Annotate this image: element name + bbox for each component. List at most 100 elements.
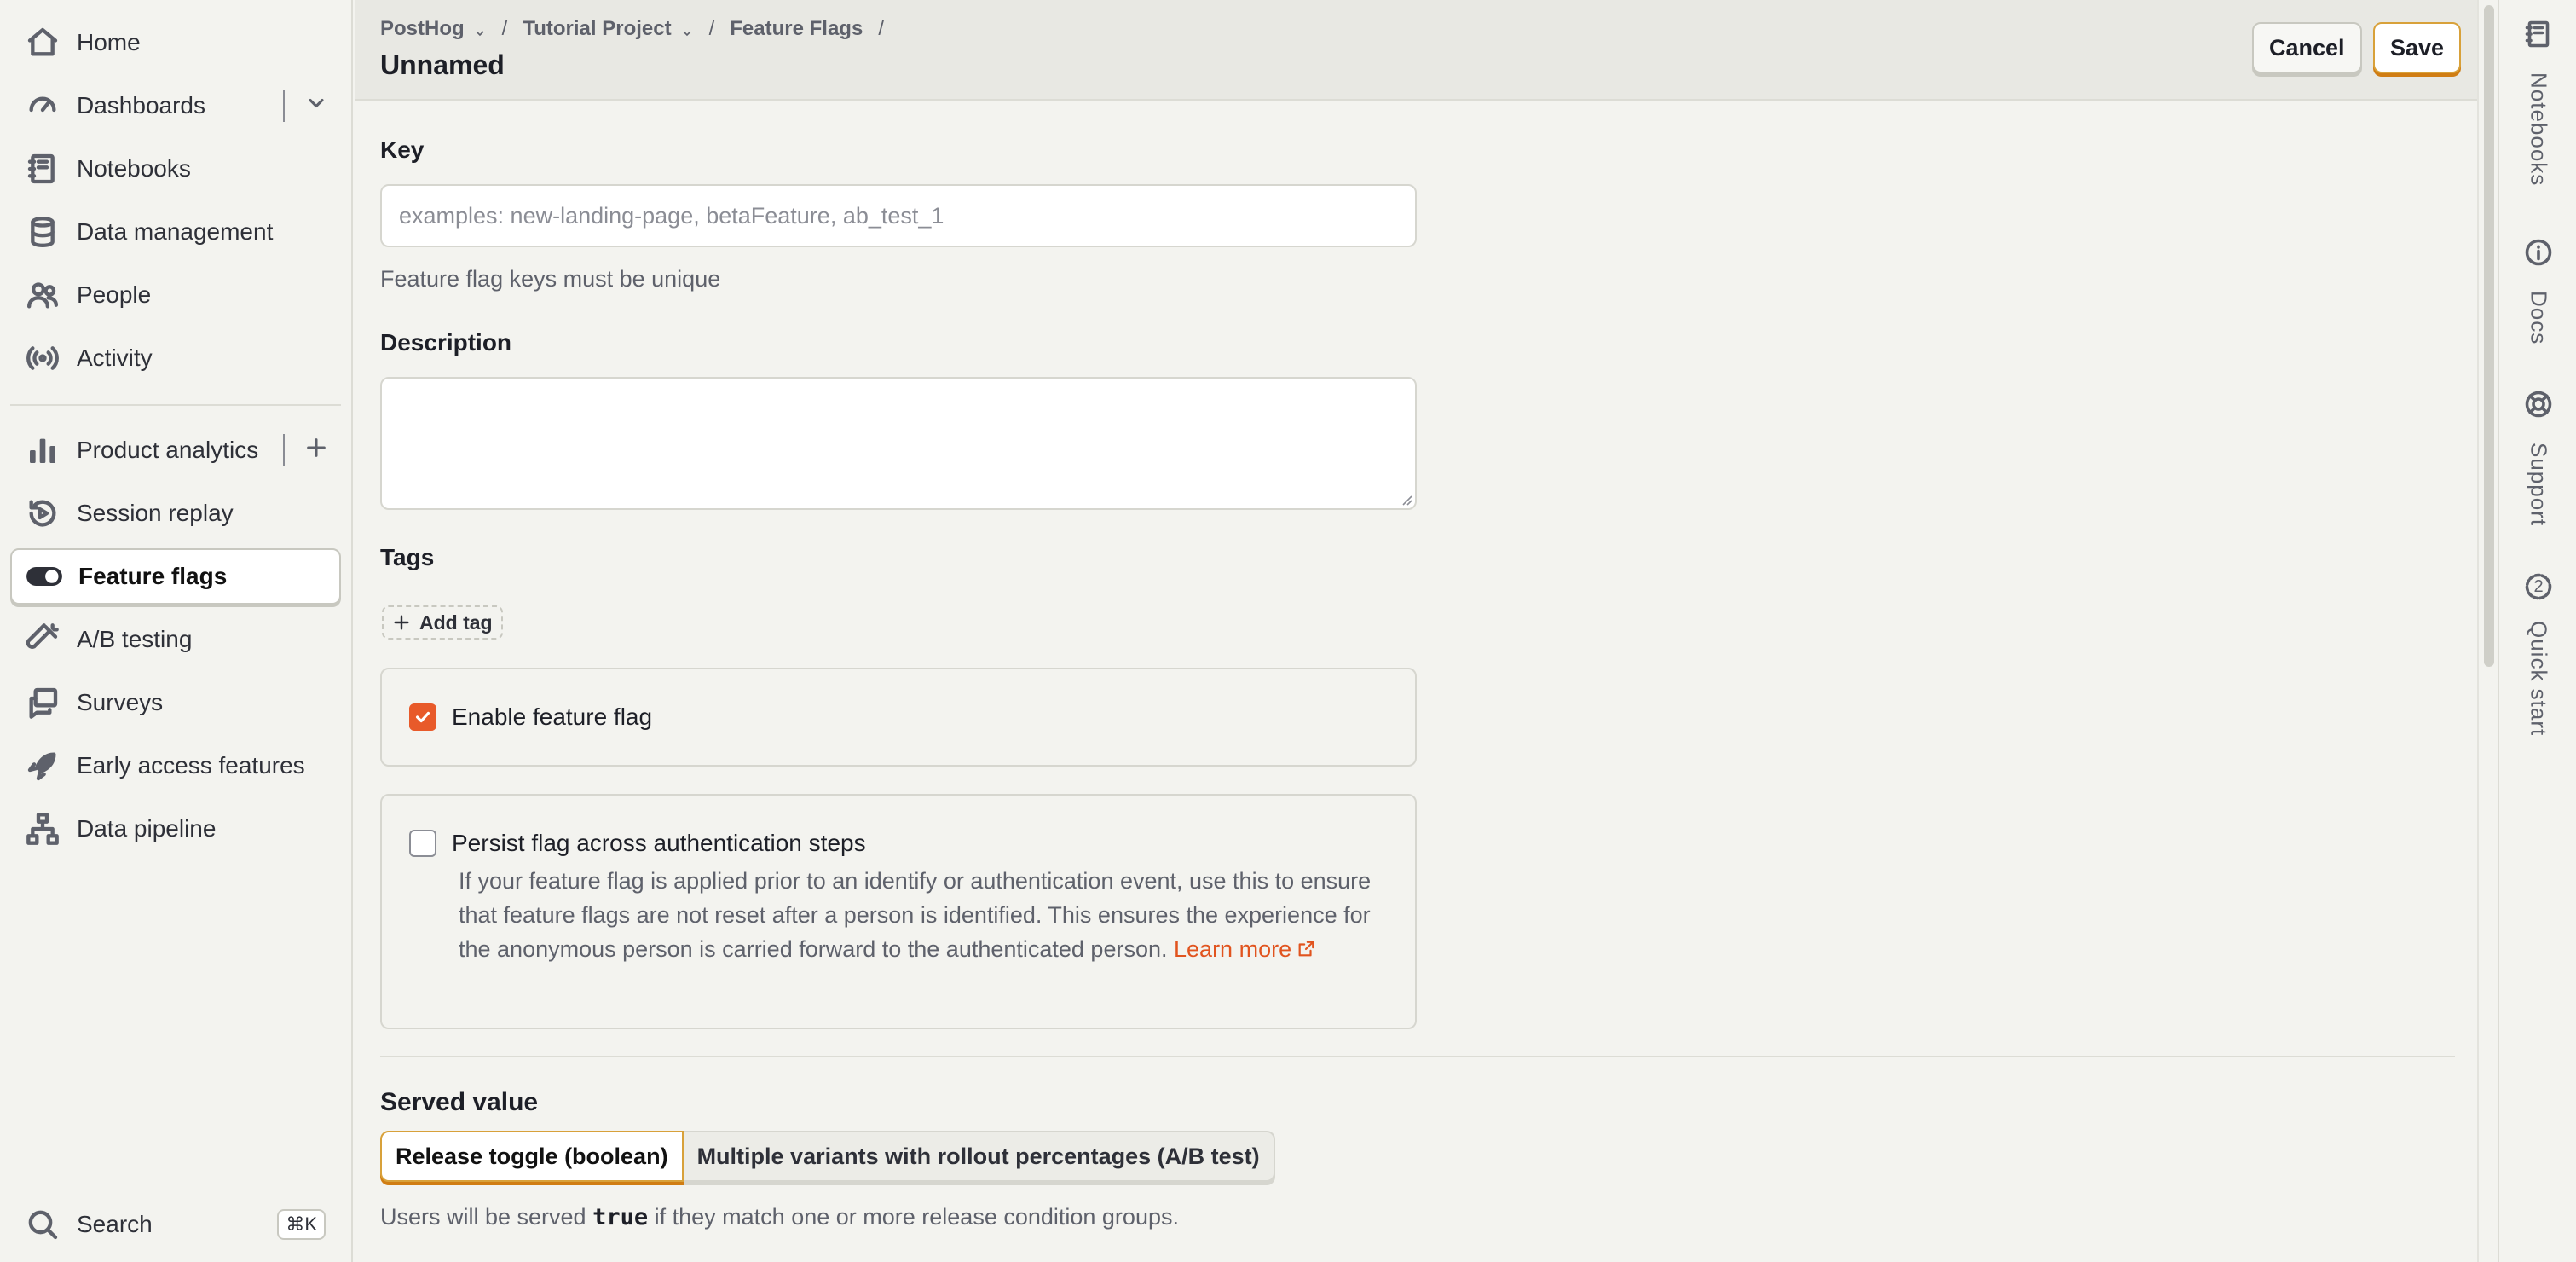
chevron-down-icon	[473, 22, 487, 37]
persist-flag-checkbox[interactable]	[409, 830, 436, 857]
right-rail: Notebooks Docs Support 2 Quick start	[2498, 0, 2576, 1262]
sidebar-item-label: A/B testing	[77, 626, 193, 652]
check-icon	[415, 711, 430, 723]
sidebar-item-label: Early access features	[77, 752, 305, 779]
quick-start-icon: 2	[2523, 571, 2554, 602]
sidebar-item-label: Surveys	[77, 689, 164, 715]
breadcrumb: PostHog / Tutorial Project / Feature Fla…	[380, 17, 899, 41]
key-label: Key	[380, 136, 425, 163]
sidebar-item-label: People	[77, 281, 152, 308]
sidebar-item-data-management[interactable]: Data management	[10, 204, 341, 260]
bar-chart-icon	[24, 431, 61, 469]
rail-support[interactable]: Support	[2499, 389, 2576, 526]
rail-docs[interactable]: Docs	[2499, 237, 2576, 344]
multivariate-option[interactable]: Multiple variants with rollout percentag…	[683, 1131, 1275, 1182]
info-icon	[2523, 237, 2554, 272]
flask-icon	[24, 621, 61, 658]
sidebar-item-activity[interactable]: Activity	[10, 330, 341, 386]
sidebar-item-early-access[interactable]: Early access features	[10, 738, 341, 794]
breadcrumb-project[interactable]: Tutorial Project	[523, 17, 693, 41]
sidebar-item-product-analytics[interactable]: Product analytics	[10, 422, 341, 478]
sidebar-item-ab-testing[interactable]: A/B testing	[10, 611, 341, 668]
sidebar-item-session-replay[interactable]: Session replay	[10, 485, 341, 541]
true-value: true	[592, 1204, 649, 1230]
sidebar-item-label: Data management	[77, 218, 274, 245]
search-label: Search	[77, 1211, 153, 1237]
main-content: Key Feature flag keys must be unique Des…	[355, 102, 2477, 1262]
enable-flag-checkbox[interactable]	[409, 703, 436, 731]
notebook-icon	[2523, 19, 2554, 54]
pipeline-icon	[24, 810, 61, 848]
activity-icon	[24, 339, 61, 377]
dashboard-icon	[24, 87, 61, 124]
quick-start-badge: 2	[2533, 576, 2544, 596]
sidebar-item-label: Data pipeline	[77, 815, 217, 842]
sidebar: Home Dashboards Notebooks Data managemen…	[0, 0, 353, 1262]
key-input[interactable]	[380, 184, 1417, 247]
add-tag-button[interactable]: Add tag	[382, 605, 503, 640]
toggle-icon	[26, 558, 63, 595]
chevron-down-icon	[304, 90, 328, 122]
sidebar-item-data-pipeline[interactable]: Data pipeline	[10, 801, 341, 857]
breadcrumb-feature-flags[interactable]: Feature Flags	[730, 17, 863, 41]
sidebar-item-feature-flags[interactable]: Feature flags	[10, 548, 341, 605]
persist-flag-label[interactable]: Persist flag across authentication steps	[452, 830, 866, 857]
release-toggle-option[interactable]: Release toggle (boolean)	[380, 1131, 684, 1182]
resize-handle-icon[interactable]	[1400, 493, 1413, 507]
page-title: Unnamed	[380, 49, 505, 80]
divider	[283, 90, 285, 122]
served-value-selector: Release toggle (boolean) Multiple varian…	[380, 1131, 1275, 1185]
top-bar: PostHog / Tutorial Project / Feature Fla…	[355, 0, 2477, 101]
breadcrumb-organization[interactable]: PostHog	[380, 17, 487, 41]
plus-icon	[304, 435, 328, 466]
learn-more-link[interactable]: Learn more	[1174, 936, 1315, 962]
home-icon	[24, 24, 61, 61]
sidebar-divider	[10, 404, 341, 406]
sidebar-item-dashboards[interactable]: Dashboards	[10, 78, 341, 134]
key-hint: Feature flag keys must be unique	[380, 266, 721, 292]
sidebar-item-label: Dashboards	[77, 92, 205, 119]
rail-quick-start[interactable]: 2 Quick start	[2499, 571, 2576, 736]
scrollbar[interactable]	[2477, 0, 2498, 1262]
breadcrumb-separator: /	[708, 17, 715, 40]
sidebar-item-label: Feature flags	[78, 563, 228, 589]
sidebar-item-surveys[interactable]: Surveys	[10, 674, 341, 731]
cancel-button[interactable]: Cancel	[2252, 22, 2362, 73]
divider	[283, 434, 285, 466]
section-divider	[380, 1056, 2455, 1057]
sidebar-item-home[interactable]: Home	[10, 14, 341, 71]
save-button[interactable]: Save	[2373, 22, 2462, 73]
sidebar-item-notebooks[interactable]: Notebooks	[10, 141, 341, 197]
scrollbar-thumb[interactable]	[2484, 5, 2494, 667]
persist-flag-description: If your feature flag is applied prior to…	[459, 868, 1372, 962]
external-link-icon	[1297, 934, 1315, 957]
enable-flag-label[interactable]: Enable feature flag	[452, 703, 652, 731]
survey-icon	[24, 684, 61, 721]
search-icon	[24, 1206, 61, 1243]
sidebar-item-label: Product analytics	[77, 437, 259, 463]
served-value-title: Served value	[380, 1088, 539, 1116]
dashboards-expand-button[interactable]	[297, 86, 336, 125]
replay-icon	[24, 495, 61, 532]
new-insight-button[interactable]	[297, 431, 336, 470]
sidebar-item-people[interactable]: People	[10, 267, 341, 323]
description-textarea[interactable]	[380, 377, 1417, 510]
enable-flag-card: Enable feature flag	[380, 668, 1417, 767]
notebook-icon	[24, 150, 61, 188]
tags-label: Tags	[380, 544, 435, 570]
served-value-description: Users will be served true if they match …	[380, 1204, 1179, 1230]
breadcrumb-separator: /	[501, 17, 508, 40]
sidebar-item-label: Home	[77, 29, 141, 55]
plus-icon	[392, 613, 411, 632]
lifebuoy-icon	[2523, 389, 2554, 424]
database-icon	[24, 213, 61, 251]
sidebar-item-label: Activity	[77, 344, 153, 371]
rail-notebooks[interactable]: Notebooks	[2499, 19, 2576, 186]
people-icon	[24, 276, 61, 314]
search-shortcut-badge: ⌘K	[277, 1209, 326, 1240]
breadcrumb-separator: /	[878, 17, 884, 40]
persist-flag-card: Persist flag across authentication steps…	[380, 794, 1417, 1029]
rocket-icon	[24, 747, 61, 784]
sidebar-item-label: Session replay	[77, 500, 234, 526]
chevron-down-icon	[680, 22, 694, 37]
